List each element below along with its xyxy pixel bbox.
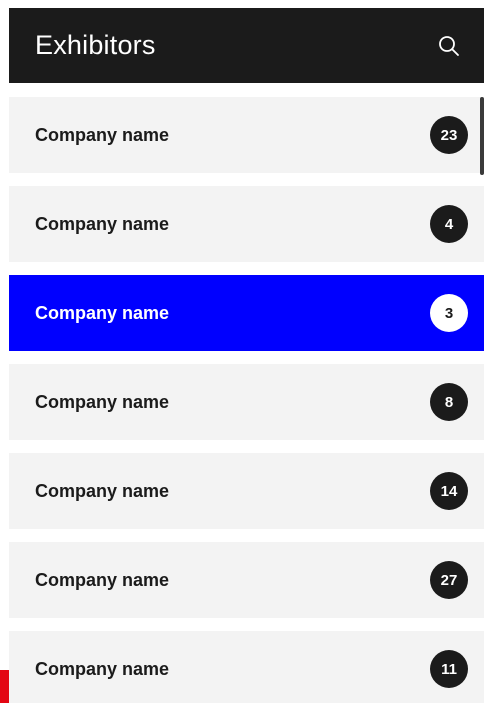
exhibitor-count-badge: 3: [430, 294, 468, 332]
exhibitor-count-badge: 23: [430, 116, 468, 154]
exhibitor-name: Company name: [35, 480, 170, 501]
exhibitor-name: Company name: [35, 213, 170, 234]
exhibitor-row[interactable]: Company name 27: [9, 542, 484, 618]
exhibitor-name: Company name: [35, 391, 170, 412]
exhibitor-row[interactable]: Company name 11: [9, 631, 484, 703]
side-accent-tab: [0, 670, 9, 703]
exhibitor-count-badge: 27: [430, 561, 468, 599]
exhibitor-count-badge: 11: [430, 650, 468, 688]
search-button[interactable]: [432, 29, 466, 63]
exhibitor-row-selected[interactable]: Company name 3: [9, 275, 484, 351]
exhibitor-row[interactable]: Company name 14: [9, 453, 484, 529]
exhibitor-row[interactable]: Company name 23: [9, 97, 484, 173]
exhibitors-panel: Exhibitors Company name 23 Company name …: [9, 8, 484, 703]
search-icon: [439, 35, 459, 56]
exhibitor-count-badge: 14: [430, 472, 468, 510]
exhibitor-row[interactable]: Company name 4: [9, 186, 484, 262]
exhibitor-count-badge: 4: [430, 205, 468, 243]
panel-title: Exhibitors: [35, 30, 156, 60]
exhibitor-name: Company name: [35, 658, 170, 679]
panel-header: Exhibitors: [9, 8, 484, 83]
exhibitor-name: Company name: [35, 302, 170, 323]
exhibitor-row[interactable]: Company name 8: [9, 364, 484, 440]
exhibitor-count-badge: 8: [430, 383, 468, 421]
list-scrollbar[interactable]: [480, 97, 484, 175]
exhibitor-name: Company name: [35, 569, 170, 590]
exhibitor-name: Company name: [35, 124, 170, 145]
exhibitor-list[interactable]: Company name 23 Company name 4 Company n…: [9, 83, 484, 703]
